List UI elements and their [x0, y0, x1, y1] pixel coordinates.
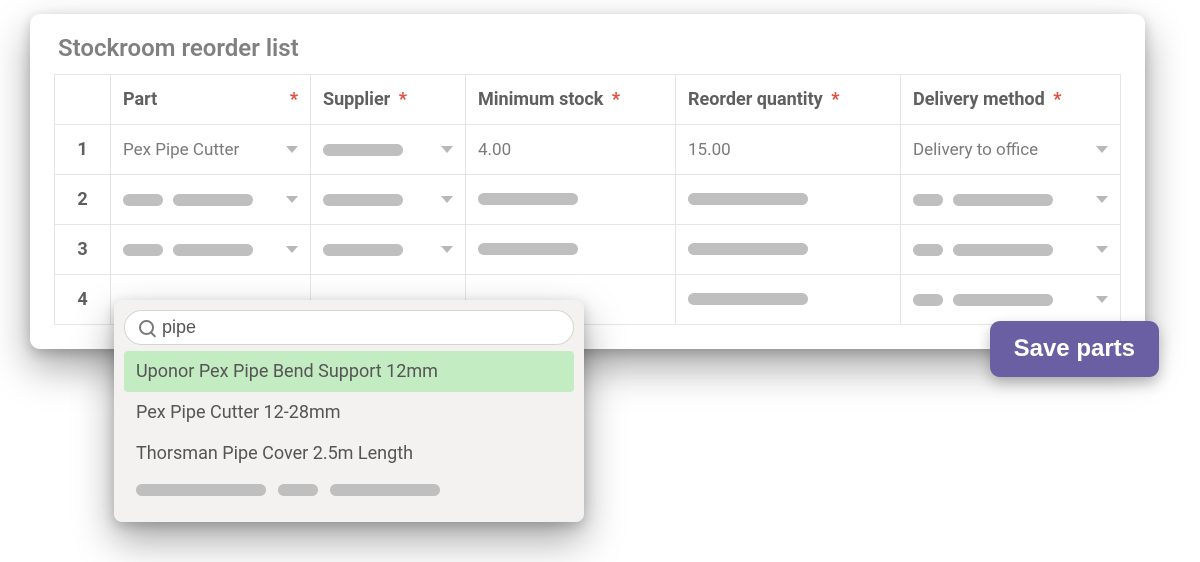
placeholder-bar — [323, 144, 403, 156]
reorder-qty-cell[interactable]: 15.00 — [676, 125, 901, 175]
min-stock-cell[interactable] — [466, 175, 676, 225]
min-stock-cell[interactable]: 4.00 — [466, 125, 676, 175]
delivery-select-cell[interactable] — [901, 275, 1121, 325]
reorder-qty-value: 15.00 — [688, 140, 731, 160]
placeholder-bar — [323, 194, 403, 206]
chevron-down-icon — [1096, 246, 1108, 253]
reorder-qty-cell[interactable] — [676, 175, 901, 225]
supplier-select-cell[interactable] — [311, 125, 466, 175]
reorder-qty-cell[interactable] — [676, 275, 901, 325]
required-mark: * — [831, 89, 839, 110]
chevron-down-icon — [286, 246, 298, 253]
required-mark: * — [290, 89, 298, 110]
placeholder-bar — [323, 244, 403, 256]
placeholder-bar — [123, 194, 163, 206]
part-select-cell[interactable] — [111, 225, 311, 275]
delivery-select-cell[interactable] — [901, 225, 1121, 275]
part-search-input[interactable] — [162, 317, 559, 338]
placeholder-bar — [478, 243, 578, 255]
chevron-down-icon — [441, 246, 453, 253]
delivery-select-cell[interactable]: Delivery to office — [901, 125, 1121, 175]
col-header-supplier: Supplier * — [311, 75, 466, 125]
placeholder-bar — [913, 294, 943, 306]
min-stock-cell[interactable] — [466, 225, 676, 275]
placeholder-bar — [913, 244, 943, 256]
placeholder-bar — [330, 484, 440, 496]
col-header-delivery-label: Delivery method — [913, 89, 1045, 110]
chevron-down-icon — [286, 196, 298, 203]
chevron-down-icon — [286, 146, 298, 153]
table-header-row: Part * Supplier * Minimum stock * Reorde… — [55, 75, 1121, 125]
placeholder-bar — [173, 194, 253, 206]
col-header-min-stock-label: Minimum stock — [478, 89, 603, 110]
placeholder-bar — [688, 243, 808, 255]
placeholder-bar — [953, 294, 1053, 306]
chevron-down-icon — [441, 196, 453, 203]
placeholder-bar — [953, 244, 1053, 256]
table-row: 2 — [55, 175, 1121, 225]
chevron-down-icon — [1096, 196, 1108, 203]
card-title: Stockroom reorder list — [54, 34, 1121, 62]
min-stock-value: 4.00 — [478, 140, 511, 160]
chevron-down-icon — [1096, 146, 1108, 153]
delivery-value: Delivery to office — [913, 140, 1038, 160]
dropdown-option[interactable]: Uponor Pex Pipe Bend Support 12mm — [124, 351, 574, 392]
chevron-down-icon — [441, 146, 453, 153]
placeholder-bar — [278, 484, 318, 496]
search-icon — [139, 320, 154, 335]
stockroom-reorder-card: Stockroom reorder list Part * Supplier *… — [30, 14, 1145, 349]
col-header-part-label: Part — [123, 89, 157, 110]
row-number: 4 — [55, 275, 111, 325]
placeholder-bar — [123, 244, 163, 256]
row-number: 1 — [55, 125, 111, 175]
row-number: 3 — [55, 225, 111, 275]
col-header-part: Part * — [111, 75, 311, 125]
required-mark: * — [399, 89, 407, 110]
placeholder-bar — [136, 484, 266, 496]
dropdown-option-placeholder — [124, 474, 574, 506]
placeholder-bar — [688, 193, 808, 205]
table-row: 1 Pex Pipe Cutter 4.00 — [55, 125, 1121, 175]
table-row: 3 — [55, 225, 1121, 275]
placeholder-bar — [953, 194, 1053, 206]
placeholder-bar — [478, 193, 578, 205]
reorder-table: Part * Supplier * Minimum stock * Reorde… — [54, 74, 1121, 325]
part-search-dropdown: Uponor Pex Pipe Bend Support 12mm Pex Pi… — [114, 300, 584, 522]
supplier-select-cell[interactable] — [311, 225, 466, 275]
col-header-delivery: Delivery method * — [901, 75, 1121, 125]
col-header-supplier-label: Supplier — [323, 89, 390, 110]
delivery-select-cell[interactable] — [901, 175, 1121, 225]
row-number: 2 — [55, 175, 111, 225]
col-header-reorder-qty: Reorder quantity * — [676, 75, 901, 125]
supplier-select-cell[interactable] — [311, 175, 466, 225]
placeholder-bar — [913, 194, 943, 206]
col-header-min-stock: Minimum stock * — [466, 75, 676, 125]
chevron-down-icon — [1096, 296, 1108, 303]
search-input-wrap[interactable] — [124, 310, 574, 345]
placeholder-bar — [688, 293, 808, 305]
reorder-qty-cell[interactable] — [676, 225, 901, 275]
col-header-reorder-qty-label: Reorder quantity — [688, 89, 823, 110]
placeholder-bar — [173, 244, 253, 256]
required-mark: * — [612, 89, 620, 110]
required-mark: * — [1053, 89, 1061, 110]
part-value: Pex Pipe Cutter — [123, 140, 239, 160]
part-select-cell[interactable] — [111, 175, 311, 225]
col-header-number — [55, 75, 111, 125]
part-select-cell[interactable]: Pex Pipe Cutter — [111, 125, 311, 175]
dropdown-option[interactable]: Pex Pipe Cutter 12-28mm — [124, 392, 574, 433]
save-parts-button[interactable]: Save parts — [990, 321, 1159, 377]
dropdown-option[interactable]: Thorsman Pipe Cover 2.5m Length — [124, 433, 574, 474]
